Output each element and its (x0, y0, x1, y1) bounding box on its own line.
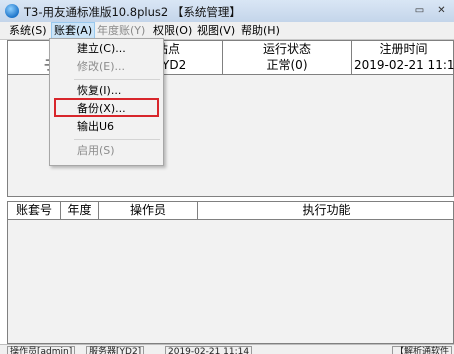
column-header-function[interactable]: 执行功能 (198, 202, 454, 218)
menu-year-account[interactable]: 年度账(Y) (95, 23, 147, 38)
column-header-status[interactable]: 运行状态 (223, 41, 351, 57)
close-button[interactable]: ✕ (434, 3, 449, 18)
column-header-register-time[interactable]: 注册时间 (352, 41, 454, 57)
menu-separator (74, 79, 160, 80)
backup-highlight-box (54, 98, 159, 117)
row-cell-status: 正常(0) (266, 58, 308, 72)
title-bar: T3-用友通标准版10.8plus2 【系统管理】 ▭ ✕ (0, 0, 454, 23)
column-header-year[interactable]: 年度 (61, 202, 98, 218)
tasks-table-header: 账套号 年度 操作员 执行功能 (8, 202, 453, 220)
window-title: T3-用友通标准版10.8plus2 【系统管理】 (24, 5, 241, 19)
tasks-table: 账套号 年度 操作员 执行功能 (7, 201, 454, 344)
column-header-operator[interactable]: 操作员 (99, 202, 197, 218)
column-header-account-no[interactable]: 账套号 (8, 202, 60, 218)
row-cell-register-time: 2019-02-21 11:1 (354, 58, 454, 72)
menu-item-restore[interactable]: 恢复(I)... (77, 83, 121, 99)
menu-item-create[interactable]: 建立(C)... (77, 41, 126, 57)
maximize-button[interactable]: ▭ (412, 3, 427, 18)
menu-permission[interactable]: 权限(O) (151, 23, 194, 38)
menu-separator (74, 139, 160, 140)
menu-system[interactable]: 系统(S) (7, 23, 49, 38)
row-cell-site: YD2 (162, 58, 187, 72)
menu-item-modify[interactable]: 修改(E)... (77, 59, 125, 75)
menu-item-enable[interactable]: 启用(S) (77, 143, 115, 159)
menu-view[interactable]: 视图(V) (195, 23, 237, 38)
menu-account[interactable]: 账套(A) (51, 22, 96, 39)
menu-help[interactable]: 帮助(H) (239, 23, 282, 38)
menu-item-export-u6[interactable]: 输出U6 (77, 119, 114, 135)
app-logo-icon (5, 4, 19, 18)
